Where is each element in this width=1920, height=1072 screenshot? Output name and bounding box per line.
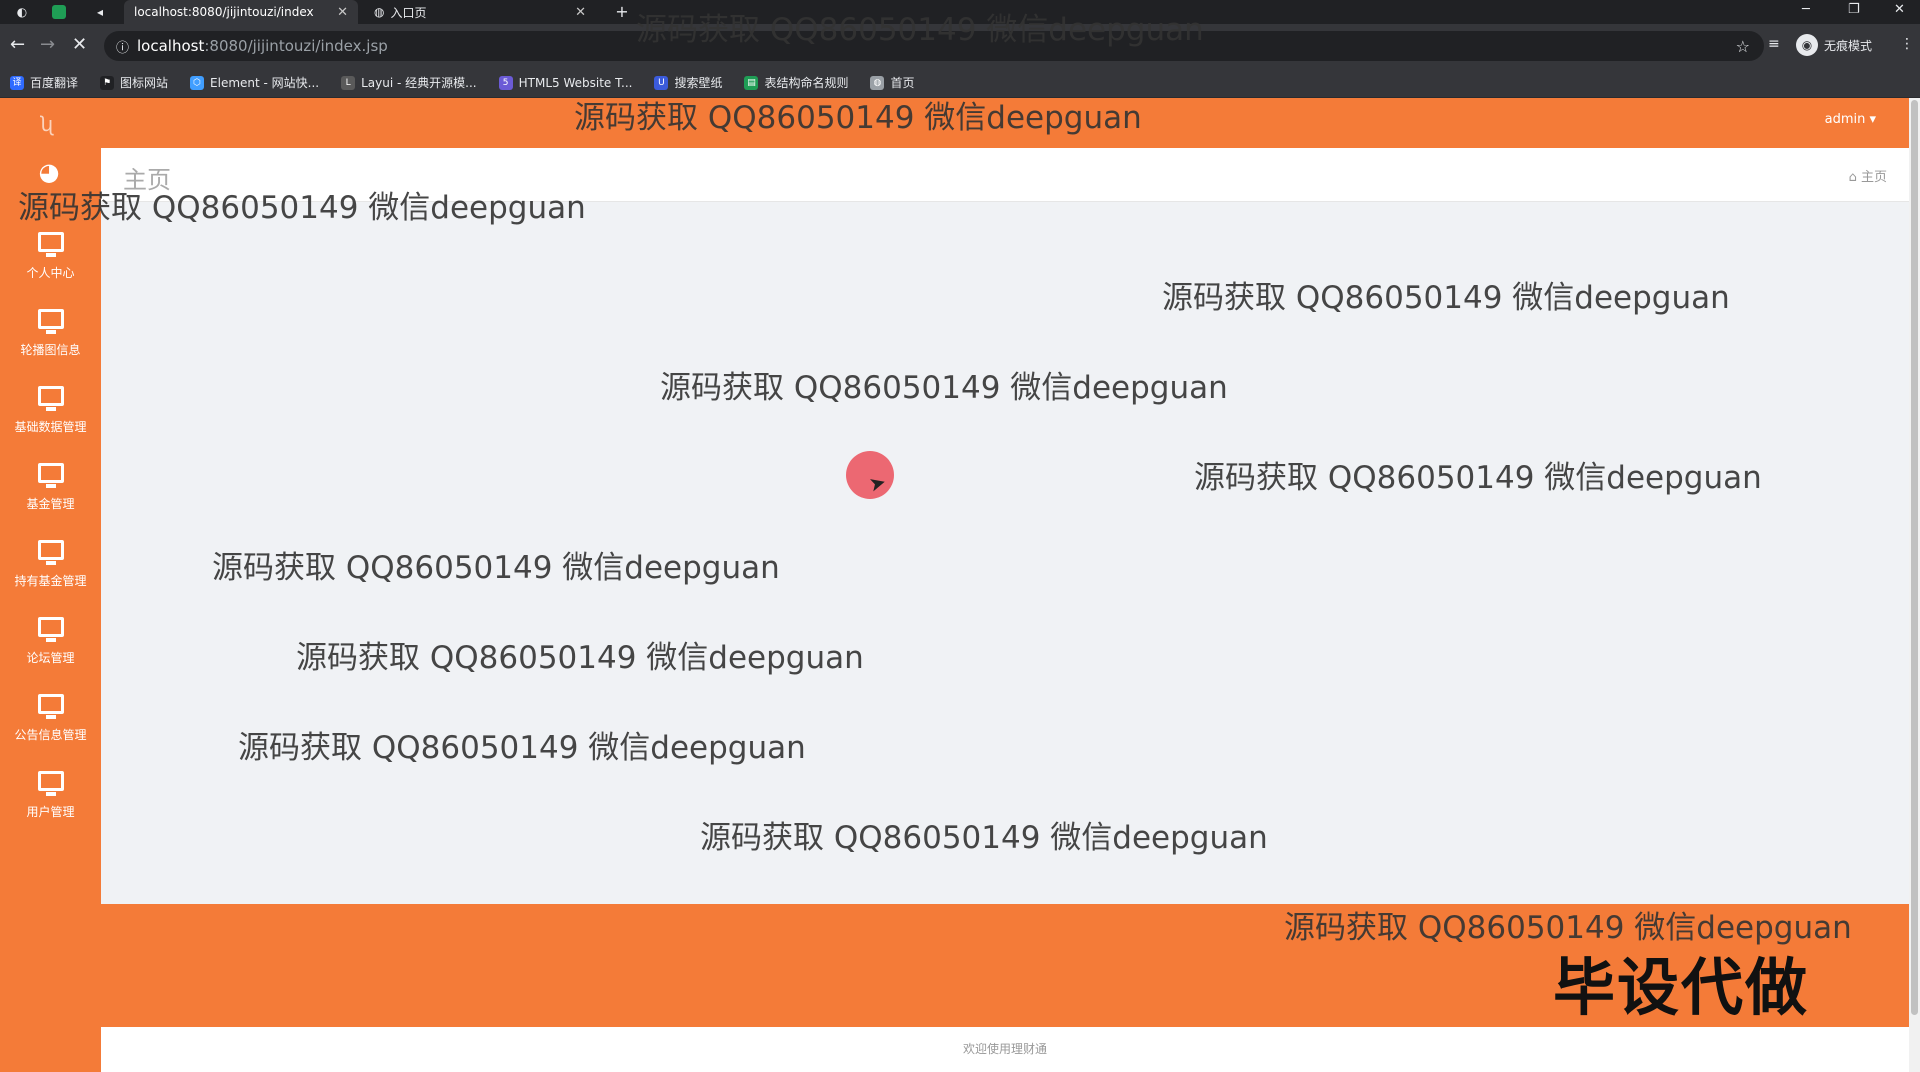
translate-icon: 译	[10, 75, 24, 90]
home-icon: ⌂	[1848, 170, 1861, 185]
bookmark-item[interactable]: ⚑ 图标网站	[100, 74, 168, 91]
watermark-text: 源码获取 QQ86050149 微信deepguan	[660, 370, 1228, 406]
flag-icon: ⚑	[100, 75, 115, 90]
ad-slogan: 毕设代做	[1553, 951, 1810, 1024]
sidebar-item-profile[interactable]: 个人中心	[0, 232, 101, 304]
monitor-icon	[37, 386, 64, 411]
watermark-text: 源码获取 QQ86050149 微信deepguan	[296, 640, 864, 676]
footer-text: 欢迎使用理财通	[962, 1042, 1047, 1056]
close-window-icon[interactable]: ✕	[1894, 2, 1905, 17]
watermark-text: 源码获取 QQ86050149 微信deepguan	[212, 550, 780, 586]
incognito-icon: ◉	[1796, 34, 1818, 56]
url-path: :8080/jijintouzi/index.jsp	[204, 37, 388, 55]
sidebar-item-base-data[interactable]: 基础数据管理	[0, 386, 101, 458]
back-icon[interactable]: ←	[10, 34, 25, 55]
sidebar-item-label: 基金管理	[26, 497, 75, 511]
reading-list-icon[interactable]: ≡	[1768, 36, 1780, 52]
watermark-text: 源码获取 QQ86050149 微信deepguan	[574, 100, 1142, 136]
sidebar-item-fund[interactable]: 基金管理	[0, 463, 101, 535]
new-tab-icon[interactable]: +	[614, 4, 630, 20]
scrollbar-thumb[interactable]	[1911, 100, 1918, 1015]
watermark-text: 源码获取 QQ86050149 微信deepguan	[238, 730, 806, 766]
watermark-text: 源码获取 QQ86050149 微信deepguan	[636, 12, 1204, 48]
sidebar-item-users[interactable]: 用户管理	[0, 771, 101, 843]
globe-icon: ◍	[374, 5, 385, 19]
dashboard-icon[interactable]: ◕	[35, 160, 63, 184]
sidebar-item-carousel[interactable]: 轮播图信息	[0, 309, 101, 381]
bookmark-item[interactable]: ⬡ Element - 网站快...	[190, 74, 319, 91]
bookmark-item[interactable]: U 搜索壁纸	[654, 74, 722, 91]
sidebar-item-label: 公告信息管理	[14, 728, 87, 742]
monitor-icon	[37, 617, 64, 642]
bookmark-star-icon[interactable]: ☆	[1736, 37, 1750, 56]
wallpaper-icon: U	[654, 75, 669, 90]
watermark-text: 源码获取 QQ86050149 微信deepguan	[1194, 460, 1762, 496]
table-icon: ▤	[744, 75, 759, 90]
monitor-icon	[37, 540, 64, 565]
incognito-profile[interactable]: ◉ 无痕模式	[1796, 34, 1872, 56]
logo-icon: ʯ	[40, 112, 54, 136]
watermark-text: 源码获取 QQ86050149 微信deepguan	[1284, 910, 1852, 946]
sidebar-item-holdings[interactable]: 持有基金管理	[0, 540, 101, 612]
sidebar-item-notice[interactable]: 公告信息管理	[0, 694, 101, 766]
tab-entry[interactable]: ◍ 入口页 ✕	[364, 0, 596, 24]
more-menu-icon[interactable]: ⋮	[1900, 36, 1914, 52]
globe-icon: ◍	[870, 75, 885, 90]
sidebar-item-label: 论坛管理	[26, 651, 75, 665]
url-host: localhost	[137, 37, 205, 55]
close-tab-icon[interactable]: ✕	[575, 5, 586, 20]
tab-title: localhost:8080/jijintouzi/index	[134, 5, 314, 19]
stop-loading-icon[interactable]: ✕	[72, 34, 87, 55]
close-tab-icon[interactable]: ✕	[337, 5, 348, 20]
monitor-icon	[37, 463, 64, 488]
scrollbar[interactable]	[1909, 98, 1920, 1072]
monitor-icon	[37, 232, 64, 257]
breadcrumb[interactable]: ⌂ 主页	[1849, 166, 1887, 185]
monitor-icon	[37, 771, 64, 796]
breadcrumb-label: 主页	[1860, 170, 1887, 185]
minimize-icon[interactable]: ─	[1802, 2, 1810, 17]
bookmark-item[interactable]: 5 HTML5 Website T...	[498, 75, 632, 90]
bookmark-item[interactable]: 译百度翻译	[10, 74, 78, 91]
html5-icon: 5	[498, 75, 513, 90]
watermark-text: 源码获取 QQ86050149 微信deepguan	[18, 190, 586, 226]
incognito-label: 无痕模式	[1824, 38, 1873, 53]
bookmark-item[interactable]: ◍ 首页	[870, 74, 915, 91]
sidebar-item-label: 轮播图信息	[20, 343, 81, 357]
layui-icon: L	[341, 75, 356, 90]
bookmark-item[interactable]: L Layui - 经典开源模...	[341, 74, 477, 91]
monitor-icon	[37, 309, 64, 334]
watermark-text: 源码获取 QQ86050149 微信deepguan	[1162, 280, 1730, 316]
user-menu[interactable]: admin ▾	[1825, 112, 1876, 127]
watermark-text: 源码获取 QQ86050149 微信deepguan	[700, 820, 1268, 856]
monitor-icon	[37, 694, 64, 719]
browser-menu-icon[interactable]: ◐	[14, 4, 30, 20]
sidebar-item-label: 基础数据管理	[14, 420, 87, 434]
sidebar: ʯ ◕ 个人中心 轮播图信息 基础数据管理 基金管理 持有基金管理 论坛管理 公…	[0, 98, 101, 1072]
element-icon: ⬡	[190, 75, 205, 90]
tab-index[interactable]: localhost:8080/jijintouzi/index ✕	[124, 0, 358, 24]
restore-icon[interactable]: ❐	[1848, 2, 1860, 17]
forward-icon[interactable]: →	[40, 34, 55, 55]
tab-title: 入口页	[390, 5, 427, 20]
bookmark-item[interactable]: ▤ 表结构命名规则	[744, 74, 848, 91]
sidebar-item-label: 用户管理	[26, 805, 75, 819]
muted-tab-icon[interactable]: ◂	[92, 4, 108, 20]
footer: 欢迎使用理财通	[101, 1027, 1909, 1072]
sidebar-item-forum[interactable]: 论坛管理	[0, 617, 101, 689]
sidebar-item-label: 个人中心	[26, 266, 75, 280]
sidebar-item-label: 持有基金管理	[14, 574, 87, 588]
pinned-tab-icon[interactable]	[52, 5, 66, 19]
info-icon[interactable]: ⓘ	[116, 37, 129, 56]
